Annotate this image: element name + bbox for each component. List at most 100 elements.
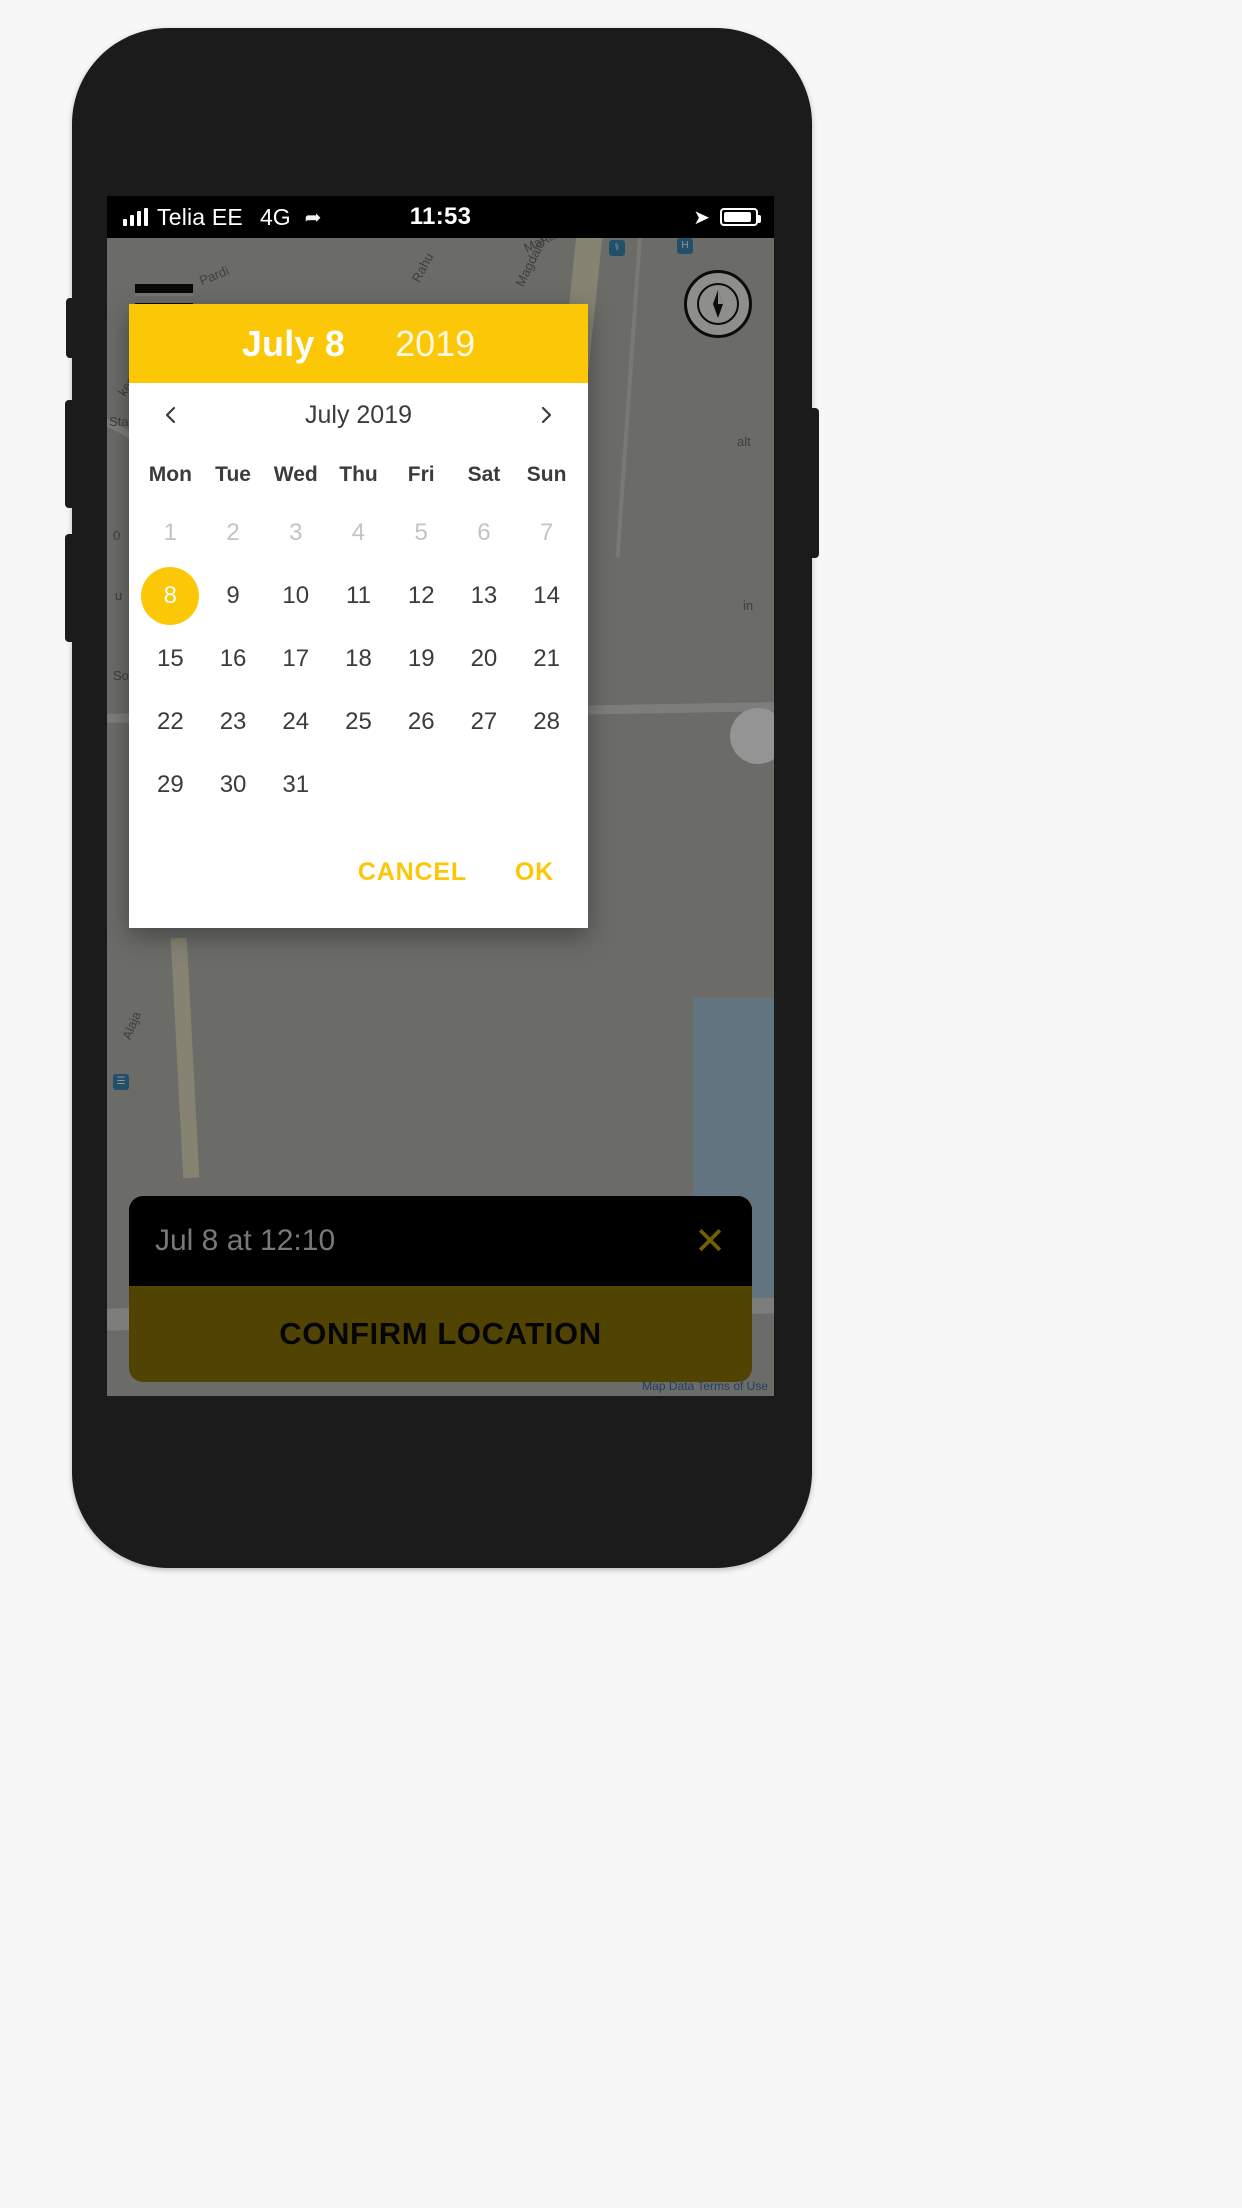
calendar-day-10[interactable]: 10: [264, 564, 327, 627]
calendar-day-29[interactable]: 29: [139, 753, 202, 816]
calendar-day-2: 2: [202, 501, 265, 564]
calendar-day-empty: [453, 753, 516, 816]
calendar-day-24[interactable]: 24: [264, 690, 327, 753]
date-picker-dialog: July 8 2019 July 2019 Mon Tue Wed Thu Fri Sat…: [129, 304, 588, 928]
cancel-button[interactable]: CANCEL: [358, 858, 467, 887]
calendar-day-label: 2: [226, 518, 240, 546]
battery-icon: [720, 208, 761, 226]
calendar-day-label: 20: [470, 644, 498, 672]
calendar-day-1: 1: [139, 501, 202, 564]
header-selected-year[interactable]: 2019: [395, 323, 475, 365]
calendar-day-19[interactable]: 19: [390, 627, 453, 690]
calendar-day-label: 18: [345, 644, 372, 672]
calendar-day-5: 5: [390, 501, 453, 564]
calendar-day-7: 7: [515, 501, 578, 564]
dialog-action-row: CANCEL OK: [129, 816, 588, 928]
month-navigation: July 2019: [129, 383, 588, 447]
calendar-day-label: 26: [407, 707, 435, 735]
chevron-right-icon[interactable]: [526, 395, 566, 435]
status-bar: Telia EE 4G ➦ 11:53 ➤: [107, 196, 774, 238]
calendar-week-row: 22 23 24 25 26 27 28: [139, 690, 578, 753]
calendar-day-20[interactable]: 20: [453, 627, 516, 690]
calendar-week-row: 8 9 10 11 12 13 14: [139, 564, 578, 627]
calendar-day-label: 3: [289, 518, 303, 546]
power-button[interactable]: [808, 408, 819, 558]
calendar-day-28[interactable]: 28: [515, 690, 578, 753]
calendar-day-27[interactable]: 27: [453, 690, 516, 753]
weekday-header-row: Mon Tue Wed Thu Fri Sat Sun: [129, 447, 588, 501]
header-selected-date[interactable]: July 8: [242, 323, 345, 365]
calendar-day-11[interactable]: 11: [327, 564, 390, 627]
calendar-day-label: 21: [533, 644, 560, 672]
calendar-day-label: 25: [345, 707, 372, 735]
calendar-day-label: 11: [346, 581, 371, 609]
weekday-label-thu: Thu: [339, 463, 378, 486]
calendar-day-9[interactable]: 9: [202, 564, 265, 627]
calendar-week-row: 1 2 3 4 5 6 7: [139, 501, 578, 564]
calendar-day-empty: [327, 753, 390, 816]
calendar-day-label: 6: [477, 518, 491, 546]
weekday-label-tue: Tue: [215, 463, 251, 486]
calendar-day-4: 4: [327, 501, 390, 564]
calendar-day-13[interactable]: 13: [453, 564, 516, 627]
calendar-day-8[interactable]: 8: [139, 564, 202, 627]
calendar-day-label: 17: [282, 644, 310, 672]
chevron-left-icon[interactable]: [151, 395, 191, 435]
calendar-day-label: 15: [156, 644, 184, 672]
calendar-day-31[interactable]: 31: [264, 753, 327, 816]
calendar-day-22[interactable]: 22: [139, 690, 202, 753]
calendar-day-label: 5: [414, 518, 428, 546]
current-month-label: July 2019: [304, 400, 413, 429]
calendar-day-label: 13: [470, 581, 498, 609]
calendar-day-23[interactable]: 23: [202, 690, 265, 753]
calendar-day-label: 12: [407, 581, 435, 609]
calendar-day-label: 28: [533, 707, 560, 735]
calendar-day-26[interactable]: 26: [390, 690, 453, 753]
calendar-day-14[interactable]: 14: [515, 564, 578, 627]
volume-up-button[interactable]: [65, 400, 76, 508]
volume-down-button[interactable]: [65, 534, 76, 642]
weekday-label-sun: Sun: [526, 463, 567, 486]
calendar-day-label: 7: [539, 518, 554, 546]
calendar-day-label: 23: [219, 707, 247, 735]
phone-screen: Telia EE 4G ➦ 11:53 ➤ Pardi Rahu Magdaleen…: [107, 196, 774, 1396]
calendar-day-label: 22: [156, 707, 184, 735]
calendar-day-label: 24: [282, 707, 310, 735]
calendar-day-18[interactable]: 18: [327, 627, 390, 690]
calendar-day-label: 9: [226, 581, 240, 609]
calendar-day-empty: [515, 753, 578, 816]
calendar-day-label: 4: [351, 518, 366, 546]
calendar-day-17[interactable]: 17: [264, 627, 327, 690]
calendar-day-30[interactable]: 30: [202, 753, 265, 816]
calendar-day-empty: [390, 753, 453, 816]
calendar-week-row: 29 30 31: [139, 753, 578, 816]
location-arrow-icon: ➤: [693, 206, 710, 229]
date-picker-header: July 8 2019: [129, 304, 588, 383]
calendar-grid: 1 2 3 4 5 6 7 8 9 10 11 12 13 14 15 16 17 18 19 20 21 22 23 24 2…: [129, 501, 588, 816]
calendar-day-label: 30: [219, 770, 247, 798]
calendar-day-label: 1: [163, 518, 178, 546]
weekday-label-sat: Sat: [467, 463, 501, 486]
calendar-day-25[interactable]: 25: [327, 690, 390, 753]
calendar-day-21[interactable]: 21: [515, 627, 578, 690]
calendar-day-16[interactable]: 16: [202, 627, 265, 690]
weekday-label-wed: Wed: [273, 463, 318, 486]
ok-button[interactable]: OK: [515, 858, 554, 887]
status-bar-clock: 11:53: [409, 203, 472, 230]
calendar-day-6: 6: [453, 501, 516, 564]
calendar-day-12[interactable]: 12: [390, 564, 453, 627]
calendar-day-3: 3: [264, 501, 327, 564]
calendar-day-label: 14: [533, 581, 560, 609]
weekday-label-mon: Mon: [148, 463, 192, 486]
mute-switch[interactable]: [66, 298, 76, 358]
calendar-day-label: 27: [470, 707, 498, 735]
calendar-day-label: 10: [282, 581, 310, 609]
calendar-day-label: 16: [219, 644, 247, 672]
weekday-label-fri: Fri: [407, 463, 435, 486]
calendar-day-15[interactable]: 15: [139, 627, 202, 690]
calendar-day-label: 8: [141, 566, 200, 625]
calendar-day-label: 19: [407, 644, 435, 672]
calendar-day-label: 31: [282, 770, 310, 798]
phone-device-frame: Telia EE 4G ➦ 11:53 ➤ Pardi Rahu Magdaleen…: [65, 28, 819, 1568]
calendar-day-label: 29: [156, 770, 184, 798]
